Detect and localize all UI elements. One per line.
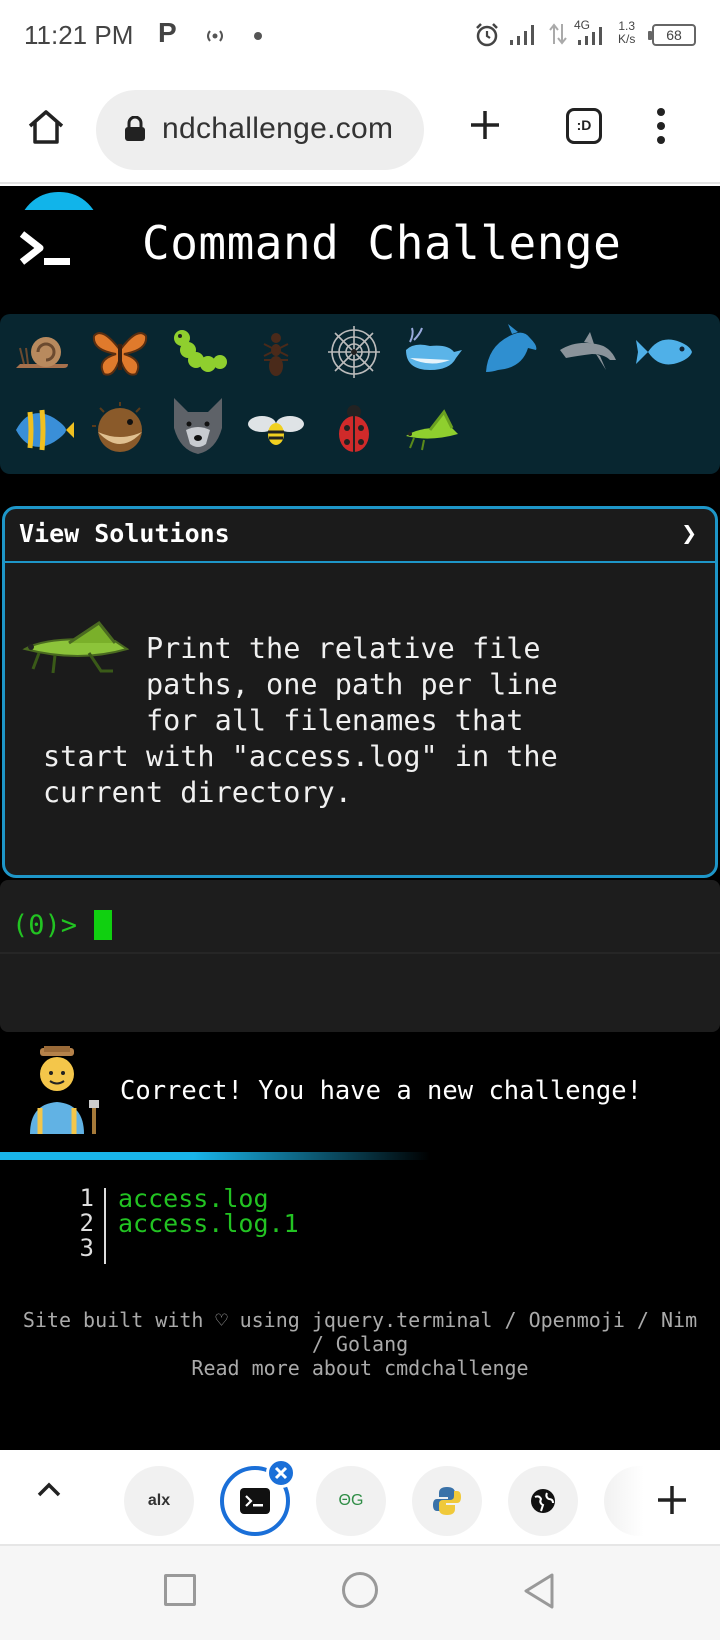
python-icon: [433, 1487, 461, 1515]
footer-credits[interactable]: Site built with ♡ using jquery.terminal …: [0, 1308, 720, 1332]
farmer-avatar-icon: [30, 1046, 99, 1134]
terminal-prompt: (0)>: [12, 910, 78, 941]
output-gutter-line: [104, 1188, 106, 1264]
whale-icon[interactable]: [400, 320, 464, 384]
signal-icon: [510, 25, 534, 45]
terminal-cursor[interactable]: [94, 910, 112, 940]
tab-alx[interactable]: alx: [124, 1466, 194, 1536]
butterfly-icon[interactable]: [88, 320, 152, 384]
close-tab-icon[interactable]: [266, 1458, 296, 1488]
output-lines: access.log access.log.1: [118, 1184, 299, 1238]
site-footer: Site built with ♡ using jquery.terminal …: [0, 1308, 720, 1380]
view-solutions-label[interactable]: View Solutions: [19, 519, 230, 548]
tab-geeksforgeeks[interactable]: ΘG: [316, 1466, 386, 1536]
terminal-favicon-icon: [240, 1488, 270, 1514]
ladybug-icon[interactable]: [322, 398, 386, 462]
tab-python[interactable]: [412, 1466, 482, 1536]
terminal-divider: [0, 952, 720, 954]
gfg-tab-label: ΘG: [338, 1492, 364, 1509]
status-bar: 11:21 PM P 4G 1.3 K/s 68: [0, 0, 720, 74]
site-header: Command Challenge: [0, 186, 720, 306]
home-button[interactable]: [342, 1572, 378, 1608]
feedback-divider: [0, 1152, 430, 1160]
tab-switcher-button[interactable]: :D: [566, 108, 602, 144]
url-text[interactable]: ndchallenge.com: [162, 112, 393, 146]
tab-strip: alx ΘG: [0, 1450, 720, 1546]
challenge-panel: View Solutions ❯ Print the relative file…: [2, 506, 718, 878]
tab-globe[interactable]: [508, 1466, 578, 1536]
view-solutions-toggle[interactable]: View Solutions ❯: [5, 509, 715, 563]
footer-credits-cont[interactable]: / Golang: [0, 1332, 720, 1356]
system-nav-bar: [0, 1546, 720, 1640]
grasshopper-icon[interactable]: [400, 398, 464, 462]
web-content: Command Challenge View Solutions ❯ Print…: [0, 186, 720, 1450]
caterpillar-icon[interactable]: [166, 320, 230, 384]
chevron-right-icon[interactable]: ❯: [681, 519, 697, 549]
ant-icon[interactable]: [244, 320, 308, 384]
command-output: 1 2 3 access.log access.log.1: [0, 1186, 720, 1276]
back-icon[interactable]: [522, 1572, 556, 1610]
wolf-icon[interactable]: [166, 394, 230, 458]
challenge-description: Print the relative file paths, one path …: [43, 632, 558, 809]
terminal-logo-icon: [19, 231, 70, 265]
hotspot-icon: [207, 30, 223, 42]
terminal[interactable]: (0)>: [0, 880, 720, 1032]
blowfish-icon[interactable]: [88, 398, 152, 462]
spider-web-icon[interactable]: [322, 320, 386, 384]
network-speed: 1.3 K/s: [618, 19, 636, 46]
fish-icon[interactable]: [634, 320, 698, 384]
snail-icon[interactable]: [10, 320, 74, 384]
tropical-fish-icon[interactable]: [10, 398, 74, 462]
alx-tab-label: alx: [147, 1492, 171, 1509]
browser-toolbar: ndchallenge.com :D: [0, 74, 720, 184]
notification-dot-icon: [254, 32, 262, 40]
signal-icon-2: [578, 27, 602, 45]
site-title: Command Challenge: [142, 216, 622, 270]
dolphin-blue-icon[interactable]: [478, 320, 542, 384]
feedback-message: Correct! You have a new challenge!: [120, 1076, 642, 1106]
chevron-up-icon[interactable]: [36, 1480, 62, 1498]
output-line-numbers: 1 2 3: [79, 1184, 94, 1262]
more-options-icon[interactable]: [656, 106, 666, 146]
alarm-icon: [476, 23, 498, 47]
feedback: Correct! You have a new challenge!: [0, 1040, 720, 1150]
add-tab-icon[interactable]: [656, 1484, 688, 1516]
new-tab-icon[interactable]: [468, 108, 502, 142]
logo-arc: [18, 192, 100, 210]
url-bar[interactable]: ndchallenge.com: [96, 90, 424, 170]
parking-app-icon: P: [158, 17, 177, 48]
home-icon[interactable]: [26, 108, 66, 146]
status-time: 11:21 PM: [24, 20, 134, 50]
recent-apps-button[interactable]: [164, 1574, 196, 1606]
challenge-progress-animals: [0, 314, 720, 474]
lock-icon: [125, 116, 145, 141]
data-transfer-icon: [549, 23, 567, 45]
dolphin-gray-icon[interactable]: [556, 320, 620, 384]
read-more-link[interactable]: Read more about cmdchallenge: [0, 1356, 720, 1380]
tab-more-partial[interactable]: [604, 1466, 644, 1536]
battery-icon: 68: [648, 24, 696, 46]
globe-icon: [531, 1489, 555, 1513]
bee-icon[interactable]: [244, 398, 308, 462]
